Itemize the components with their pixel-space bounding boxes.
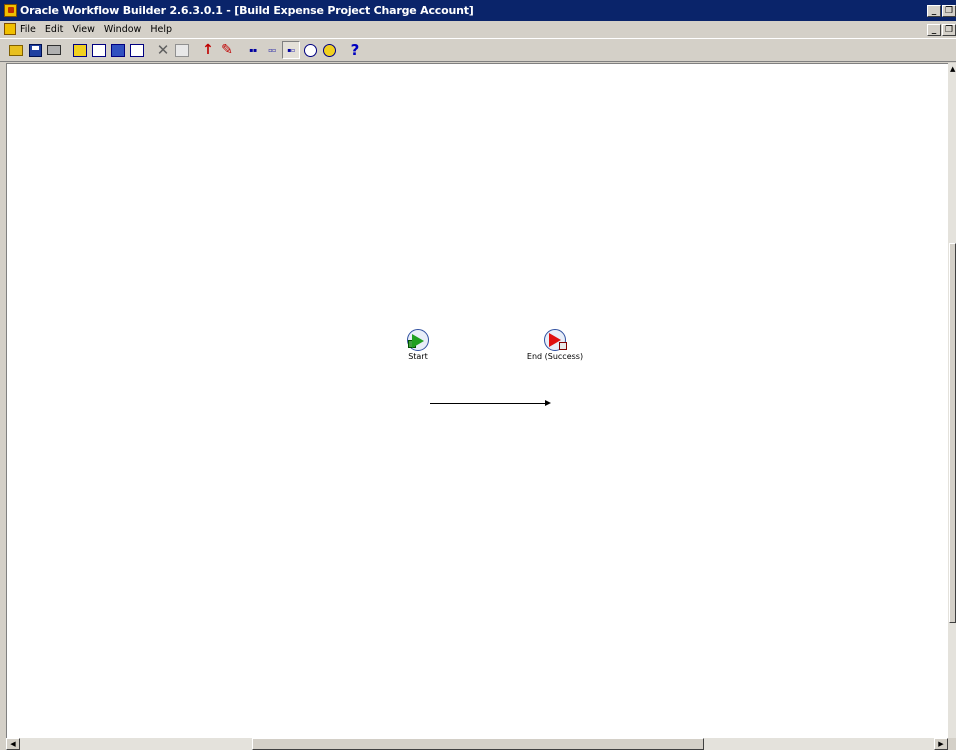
- toolbar: ✕ ↑ ✎ ▪▪ ▫▫ ▪▫ ?: [0, 38, 956, 62]
- save-button[interactable]: [26, 41, 44, 59]
- start-arrow-icon: [412, 334, 424, 348]
- end-node-icon: [544, 329, 567, 351]
- label-icon: ▪▪: [249, 46, 257, 54]
- smile-button[interactable]: [320, 41, 338, 59]
- menu-help[interactable]: Help: [150, 24, 172, 35]
- print-button[interactable]: [45, 41, 63, 59]
- label-button[interactable]: ▪▪: [244, 41, 262, 59]
- open-icon: [9, 44, 23, 56]
- save-icon: [28, 43, 42, 57]
- new-notification-icon: [92, 43, 106, 57]
- new-event-button[interactable]: [128, 41, 146, 59]
- end-node-label: End (Success): [526, 352, 584, 361]
- properties-button[interactable]: [173, 41, 191, 59]
- toolbar-draw-group: ↑ ✎: [199, 41, 237, 59]
- menu-edit[interactable]: Edit: [45, 24, 63, 35]
- end-box-icon: [559, 342, 567, 350]
- doc-restore-button[interactable]: ❐: [942, 24, 956, 36]
- toolbar-file-group: [7, 41, 64, 59]
- menu-window[interactable]: Window: [104, 24, 141, 35]
- horizontal-scroll-thumb[interactable]: [252, 738, 704, 750]
- zoom-icon: [303, 43, 317, 57]
- menu-file[interactable]: File: [20, 24, 36, 35]
- new-notification-button[interactable]: [90, 41, 108, 59]
- edit-icon: ✎: [221, 42, 233, 58]
- doc-minimize-button[interactable]: _: [927, 24, 941, 36]
- new-event-icon: [130, 43, 144, 57]
- end-node[interactable]: End (Success): [525, 329, 585, 361]
- delete-icon: ✕: [156, 41, 170, 59]
- toolbar-help-group: ?: [346, 41, 365, 59]
- scroll-left-icon[interactable]: ◀: [6, 738, 20, 750]
- workflow-builder-window: Oracle Workflow Builder 2.6.3.0.1 - [Bui…: [0, 0, 956, 750]
- smile-icon: [322, 43, 336, 57]
- scroll-right-icon[interactable]: ▶: [934, 738, 948, 750]
- vertical-scrollbar[interactable]: ▲: [948, 63, 956, 738]
- app-icon[interactable]: [4, 4, 17, 17]
- title-bar: Oracle Workflow Builder 2.6.3.0.1 - [Bui…: [0, 0, 956, 21]
- window-title: Oracle Workflow Builder 2.6.3.0.1 - [Bui…: [20, 4, 474, 17]
- help-icon: ?: [350, 41, 360, 59]
- new-function-icon: [111, 43, 125, 57]
- abc-label-button[interactable]: ▪▫: [282, 41, 300, 59]
- scroll-up-icon[interactable]: ▲: [950, 65, 955, 73]
- print-icon: [47, 45, 61, 55]
- vertical-scroll-thumb[interactable]: [949, 243, 956, 623]
- open-button[interactable]: [7, 41, 25, 59]
- delete-button[interactable]: ✕: [154, 41, 172, 59]
- start-node-icon: [407, 329, 429, 351]
- restore-button[interactable]: ❐: [942, 5, 956, 17]
- minimize-button[interactable]: _: [927, 5, 941, 17]
- help-button[interactable]: ?: [346, 41, 364, 59]
- node-label-button[interactable]: ▫▫: [263, 41, 281, 59]
- edit-button[interactable]: ✎: [218, 41, 236, 59]
- document-icon[interactable]: [4, 23, 16, 35]
- toolbar-label-group: ▪▪ ▫▫ ▪▫: [244, 41, 339, 59]
- zoom-button[interactable]: [301, 41, 319, 59]
- document-controls: _ ❐: [926, 24, 956, 36]
- toolbar-new-group: [71, 41, 147, 59]
- menu-bar: File Edit View Window Help _ ❐: [0, 21, 956, 37]
- properties-icon: [175, 43, 189, 57]
- new-process-icon: [73, 43, 87, 57]
- menu-view[interactable]: View: [72, 24, 95, 35]
- new-function-button[interactable]: [109, 41, 127, 59]
- transition-button[interactable]: ↑: [199, 41, 217, 59]
- process-diagram-canvas[interactable]: Start End (Success): [6, 63, 948, 738]
- toolbar-edit-group: ✕: [154, 41, 192, 59]
- node-label-icon: ▫▫: [268, 46, 276, 54]
- transition-arrowhead: [545, 400, 551, 406]
- transition-line[interactable]: [430, 403, 549, 404]
- start-node[interactable]: Start: [388, 329, 448, 361]
- transition-icon: ↑: [202, 42, 214, 58]
- new-process-button[interactable]: [71, 41, 89, 59]
- horizontal-scrollbar[interactable]: ◀ ▶: [6, 738, 948, 750]
- abc-label-icon: ▪▫: [287, 46, 295, 54]
- start-node-label: Start: [408, 352, 428, 361]
- window-controls: _ ❐: [926, 5, 956, 17]
